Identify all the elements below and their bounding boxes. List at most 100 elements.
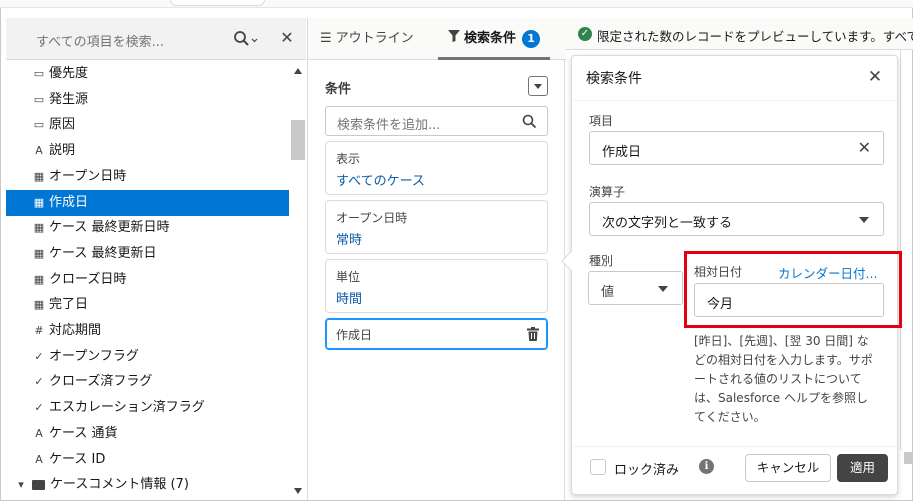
clear-icon[interactable]: ✕ bbox=[858, 138, 871, 157]
popover-divider bbox=[572, 100, 897, 101]
filter-value: すべてのケース bbox=[336, 174, 425, 189]
tab-filters[interactable]: 検索条件 1 bbox=[438, 18, 551, 60]
field-list-item[interactable]: ▦ クローズ日時 bbox=[6, 267, 289, 293]
add-filter-placeholder: 検索条件を追加... bbox=[337, 118, 441, 133]
panel-tabs: ☰ アウトライン 検索条件 1 bbox=[308, 18, 566, 60]
field-list-item[interactable]: ▭ 優先度 bbox=[6, 61, 289, 87]
preview-gridline bbox=[900, 50, 901, 450]
scroll-thumb[interactable] bbox=[291, 120, 305, 160]
string-icon: A bbox=[35, 452, 43, 466]
check-icon: ✓ bbox=[34, 375, 44, 389]
fields-scrollbar[interactable] bbox=[290, 60, 306, 500]
tab-outline-label: アウトライン bbox=[335, 31, 414, 46]
calendar-date-link[interactable]: カレンダー日付... bbox=[778, 263, 877, 282]
tab-outline[interactable]: ☰ アウトライン bbox=[320, 18, 414, 60]
close-icon[interactable]: ✕ bbox=[278, 28, 296, 48]
field-list-label: ケース 通貨 bbox=[49, 425, 118, 441]
relative-date-input[interactable]: 今月 bbox=[694, 283, 884, 317]
cancel-button[interactable]: キャンセル bbox=[745, 454, 831, 482]
calendar-icon: ▦ bbox=[33, 272, 45, 286]
field-list-item[interactable]: # 対応期間 bbox=[6, 318, 289, 344]
fields-search-input[interactable]: すべての項目を検索... bbox=[36, 31, 164, 50]
type-value: 値 bbox=[601, 285, 615, 300]
fields-list: ▭ 優先度 ▭ 発生源 ▭ 原因 A 説明 ▦ オープン日時 ▦ 作成日 ▦ ケース 最終更新日時 ▦ ケース… bbox=[6, 60, 289, 500]
info-icon[interactable]: i bbox=[699, 459, 714, 474]
search-icon[interactable] bbox=[233, 30, 259, 48]
check-icon: ✓ bbox=[34, 349, 44, 363]
number-icon: # bbox=[34, 324, 44, 337]
active-tab-indicator bbox=[438, 57, 551, 60]
operator-label: 演算子 bbox=[589, 185, 626, 199]
field-list-item[interactable]: A ケース ID bbox=[6, 447, 289, 473]
filter-card-unit[interactable]: 単位 時間 bbox=[325, 259, 548, 313]
tab-filters-label: 検索条件 bbox=[464, 31, 517, 46]
folder-icon: ▾ bbox=[18, 478, 24, 492]
preview-scroll-stub bbox=[904, 452, 913, 464]
field-list-label: エスカレーション済フラグ bbox=[49, 400, 205, 416]
locked-label: ロック済み bbox=[614, 463, 680, 478]
field-list-item[interactable]: ▦ ケース 最終更新日時 bbox=[6, 215, 289, 241]
field-value: 作成日 bbox=[602, 145, 642, 160]
popover-title: 検索条件 bbox=[586, 71, 642, 87]
field-list-label: 完了日 bbox=[49, 297, 89, 313]
field-list-item[interactable]: ✓ クローズ済フラグ bbox=[6, 369, 289, 395]
field-list-label: 原因 bbox=[49, 117, 76, 133]
field-list-item[interactable]: ▦ 作成日 bbox=[6, 189, 289, 216]
filter-value: 常時 bbox=[336, 233, 363, 248]
field-list-item[interactable]: ▾ ケースコメント情報 (7) bbox=[6, 472, 289, 498]
calendar-icon: ▦ bbox=[33, 195, 45, 209]
string-icon: A bbox=[35, 426, 43, 440]
success-icon: ✓ bbox=[578, 27, 592, 41]
operator-value: 次の文字列と一致する bbox=[602, 216, 733, 231]
field-list-label: 発生源 bbox=[49, 91, 89, 107]
field-list-item[interactable]: ▦ 完了日 bbox=[6, 292, 289, 318]
calendar-icon: ▦ bbox=[33, 221, 45, 235]
string-icon: A bbox=[35, 144, 43, 158]
field-list-label: オープン日時 bbox=[49, 168, 127, 184]
filter-card-created-date[interactable]: 作成日 bbox=[325, 318, 548, 350]
type-select[interactable]: 値 bbox=[588, 271, 683, 305]
relative-date-label: 相対日付 bbox=[694, 265, 743, 279]
preview-notice: ✓ 限定された数のレコードをプレビューしています。すべての bbox=[566, 18, 913, 50]
conditions-menu-button[interactable] bbox=[528, 76, 548, 96]
add-filter-input[interactable]: 検索条件を追加... bbox=[325, 106, 548, 136]
field-list-label: ケースコメント情報 (7) bbox=[50, 477, 189, 493]
filter-card-open-date[interactable]: オープン日時 常時 bbox=[325, 200, 548, 254]
filters-panel: ☰ アウトライン 検索条件 1 条件 検索条件を追加... 表示 すべてのケース オ… bbox=[307, 18, 566, 500]
top-strip bbox=[0, 0, 913, 8]
field-combobox[interactable]: 作成日 ✕ bbox=[589, 131, 884, 165]
calendar-icon: ▦ bbox=[33, 169, 45, 183]
apply-button[interactable]: 適用 bbox=[837, 454, 888, 482]
field-label: 項目 bbox=[589, 114, 614, 128]
scroll-up-icon[interactable] bbox=[294, 68, 302, 74]
field-list-label: 作成日 bbox=[49, 194, 89, 210]
trash-icon[interactable] bbox=[527, 327, 539, 341]
list-icon: ☰ bbox=[320, 31, 332, 46]
field-list-label: クローズ日時 bbox=[49, 271, 127, 287]
field-list-item[interactable]: ▦ ケース 最終更新日 bbox=[6, 241, 289, 267]
filter-key: 作成日 bbox=[336, 328, 373, 342]
field-list-item[interactable]: ▭ 発生源 bbox=[6, 87, 289, 113]
scroll-down-icon[interactable] bbox=[294, 488, 302, 494]
field-list-label: ケース 最終更新日 bbox=[49, 245, 157, 261]
field-list-label: ケース ID bbox=[49, 451, 106, 467]
filter-card-scope[interactable]: 表示 すべてのケース bbox=[325, 141, 548, 195]
top-pill bbox=[170, 0, 265, 6]
field-list-label: クローズ済フラグ bbox=[49, 374, 153, 390]
field-list-item[interactable]: A 説明 bbox=[6, 138, 289, 164]
filter-key: オープン日時 bbox=[336, 211, 408, 225]
field-list-item[interactable]: ▭ 原因 bbox=[6, 112, 289, 138]
close-icon[interactable]: ✕ bbox=[867, 68, 883, 86]
calendar-icon: ▦ bbox=[33, 246, 45, 260]
fields-search-bar: すべての項目を検索... ✕ bbox=[6, 18, 306, 60]
conditions-heading: 条件 bbox=[325, 82, 352, 97]
field-list-item[interactable]: ✓ オープンフラグ bbox=[6, 344, 289, 370]
field-list-label: 優先度 bbox=[49, 66, 89, 81]
field-list-item[interactable]: A ケース 通貨 bbox=[6, 421, 289, 447]
field-list-item[interactable]: ✓ エスカレーション済フラグ bbox=[6, 395, 289, 421]
operator-select[interactable]: 次の文字列と一致する bbox=[589, 202, 884, 236]
filter-value: 時間 bbox=[336, 292, 363, 307]
field-list-item[interactable]: ▦ オープン日時 bbox=[6, 164, 289, 190]
locked-checkbox[interactable] bbox=[590, 459, 606, 475]
search-icon bbox=[522, 114, 537, 129]
